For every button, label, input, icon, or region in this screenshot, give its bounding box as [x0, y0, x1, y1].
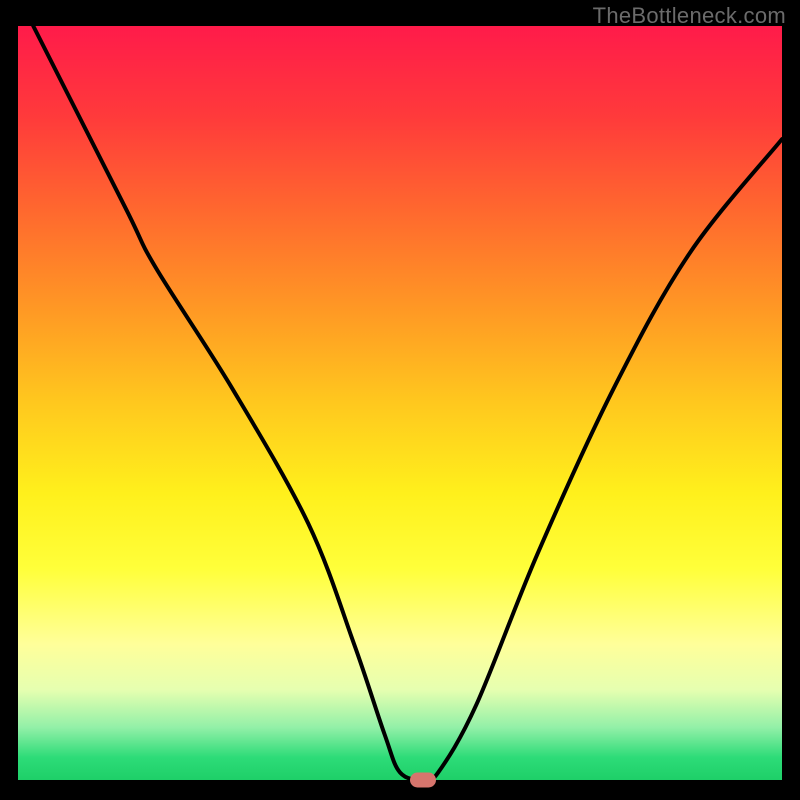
curve-layer	[0, 0, 800, 800]
optimal-point-marker	[410, 773, 436, 788]
bottleneck-curve	[33, 26, 782, 781]
watermark-text: TheBottleneck.com	[593, 3, 786, 29]
chart-container: TheBottleneck.com	[0, 0, 800, 800]
